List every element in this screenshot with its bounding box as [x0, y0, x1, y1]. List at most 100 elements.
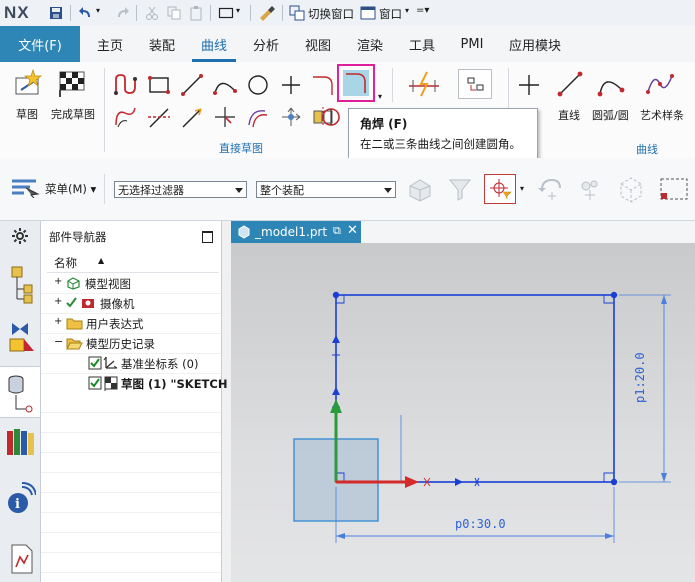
finish-sketch-icon[interactable] — [56, 68, 88, 98]
assembly-navigator-icon[interactable] — [6, 265, 36, 305]
undo-icon[interactable] — [78, 5, 94, 21]
switch-window-button[interactable]: 切换窗口 — [308, 6, 354, 22]
window-dropdown-icon[interactable]: ▾ — [405, 6, 409, 15]
sketch-icon[interactable] — [13, 68, 43, 98]
gear-icon[interactable] — [11, 227, 29, 245]
fillet-button[interactable] — [337, 64, 375, 102]
line-icon[interactable] — [179, 73, 205, 97]
assembly-scope-value: 整个装配 — [260, 184, 304, 197]
constraint-navigator-icon[interactable] — [8, 319, 36, 353]
undo-dropdown-icon[interactable]: ▾ — [96, 6, 100, 15]
art-spline-button[interactable]: 艺术样条 — [640, 107, 684, 123]
selection-dropdown-icon[interactable]: ▾ — [236, 6, 240, 15]
tab-curve[interactable]: 曲线 — [192, 26, 236, 62]
sketch-button[interactable]: 草图 — [16, 106, 38, 122]
part-navigator-tab[interactable] — [0, 366, 40, 418]
offset-curve-icon[interactable] — [245, 105, 271, 129]
reuse-library-icon[interactable] — [5, 425, 37, 457]
sort-ascending-icon[interactable]: ▲ — [98, 256, 104, 265]
separator — [70, 5, 71, 21]
switch-window-icon[interactable] — [289, 5, 305, 21]
copy-icon[interactable] — [166, 5, 182, 21]
tab-view[interactable]: 视图 — [296, 26, 340, 62]
height-dimension-label[interactable]: p1:20.0 — [633, 352, 647, 403]
list-item[interactable]: − 模型历史记录 — [41, 333, 221, 354]
arc-icon[interactable] — [212, 73, 238, 97]
expand-icon[interactable]: + — [54, 276, 62, 287]
menu-button[interactable]: 菜单(M) ▾ — [45, 181, 96, 197]
collapse-icon[interactable]: − — [54, 335, 63, 348]
rectangle-icon[interactable] — [146, 73, 172, 97]
circle-icon[interactable] — [245, 73, 271, 97]
profile-icon[interactable] — [113, 73, 139, 97]
rectangle-select-icon[interactable] — [658, 176, 690, 202]
web-browser-icon[interactable]: i — [6, 481, 36, 515]
list-item[interactable]: 基准坐标系 (0) — [41, 353, 221, 374]
fillet-small-icon[interactable] — [310, 73, 336, 97]
file-menu-tab[interactable]: 文件(F) — [0, 26, 80, 62]
list-item[interactable]: + 摄像机 — [41, 293, 221, 314]
derived-curve-icon[interactable] — [113, 105, 139, 129]
make-corner-icon[interactable] — [212, 105, 238, 129]
tab-application[interactable]: 应用模块 — [502, 26, 568, 62]
tab-assembly[interactable]: 装配 — [140, 26, 184, 62]
expand-icon[interactable]: + — [54, 296, 62, 307]
window-menu-button[interactable]: 窗口 — [379, 6, 402, 22]
arc-circle-button[interactable]: 圆弧/圆 — [592, 107, 629, 123]
brush-icon[interactable] — [258, 5, 276, 21]
expand-icon[interactable]: + — [54, 316, 62, 327]
cut-icon[interactable] — [144, 5, 160, 21]
tab-home[interactable]: 主页 — [88, 26, 132, 62]
line-large-icon[interactable] — [556, 70, 584, 98]
pattern-curve-icon[interactable] — [278, 105, 304, 129]
quick-trim-icon[interactable] — [407, 70, 441, 98]
selection-box-icon[interactable] — [218, 5, 234, 21]
checkbox-checked-icon[interactable] — [88, 356, 102, 370]
group-label-curve: 曲线 — [636, 143, 658, 156]
model-tab[interactable]: _model1.prt ⧉ ✕ — [231, 221, 361, 243]
assembly-scope-dropdown[interactable]: 整个装配 — [256, 181, 396, 198]
tab-tools[interactable]: 工具 — [400, 26, 444, 62]
rotate-icon[interactable] — [536, 176, 564, 202]
type-filter-icon[interactable] — [446, 176, 476, 202]
separator — [136, 5, 137, 21]
line-button[interactable]: 直线 — [558, 107, 580, 123]
maximize-icon[interactable] — [202, 231, 213, 243]
menu-icon[interactable] — [10, 178, 40, 198]
select-features-icon[interactable] — [406, 176, 436, 202]
width-dimension-label[interactable]: p0:30.0 — [455, 517, 506, 531]
sketch-constraint-button[interactable] — [458, 69, 492, 99]
undock-icon[interactable]: ⧉ — [333, 224, 341, 238]
more-curves-dropdown-icon[interactable]: ▾ — [378, 92, 382, 101]
column-name-header[interactable]: 名称 — [54, 255, 77, 271]
list-item[interactable]: + 模型视图 — [41, 273, 221, 294]
history-icon[interactable] — [8, 543, 34, 575]
navigator-empty-area — [41, 393, 221, 582]
customize-quick-access-icon[interactable]: =▾ — [416, 5, 429, 16]
snap-dropdown-icon[interactable]: ▾ — [520, 184, 524, 193]
scale-icon[interactable] — [576, 176, 604, 202]
snap-point-filter-button[interactable] — [484, 174, 516, 204]
cube-view-icon[interactable] — [616, 174, 646, 204]
point-large-icon[interactable] — [516, 72, 542, 98]
window-icon[interactable] — [360, 5, 376, 21]
close-icon[interactable]: ✕ — [347, 223, 358, 238]
finish-sketch-button[interactable]: 完成草图 — [51, 106, 95, 122]
tab-pmi[interactable]: PMI — [452, 26, 492, 62]
graphics-window[interactable]: p0:30.0 p1:20.0 — [231, 243, 695, 582]
project-curve-icon[interactable] — [318, 105, 344, 129]
paste-icon[interactable] — [188, 5, 204, 21]
list-item[interactable]: 草图 (1) "SKETCH — [41, 373, 227, 394]
arc-circle-icon[interactable] — [596, 70, 626, 98]
save-icon[interactable] — [48, 5, 64, 21]
tab-analysis[interactable]: 分析 — [244, 26, 288, 62]
selection-filter-dropdown[interactable]: 无选择过滤器 — [114, 181, 247, 198]
art-spline-icon[interactable] — [645, 70, 675, 98]
list-item[interactable]: + 用户表达式 — [41, 313, 221, 334]
redo-icon[interactable] — [114, 5, 130, 21]
checkbox-checked-icon[interactable] — [88, 376, 102, 390]
trim-icon[interactable] — [146, 105, 172, 129]
extend-icon[interactable] — [179, 105, 205, 129]
point-icon[interactable] — [278, 73, 304, 97]
tab-render[interactable]: 渲染 — [348, 26, 392, 62]
